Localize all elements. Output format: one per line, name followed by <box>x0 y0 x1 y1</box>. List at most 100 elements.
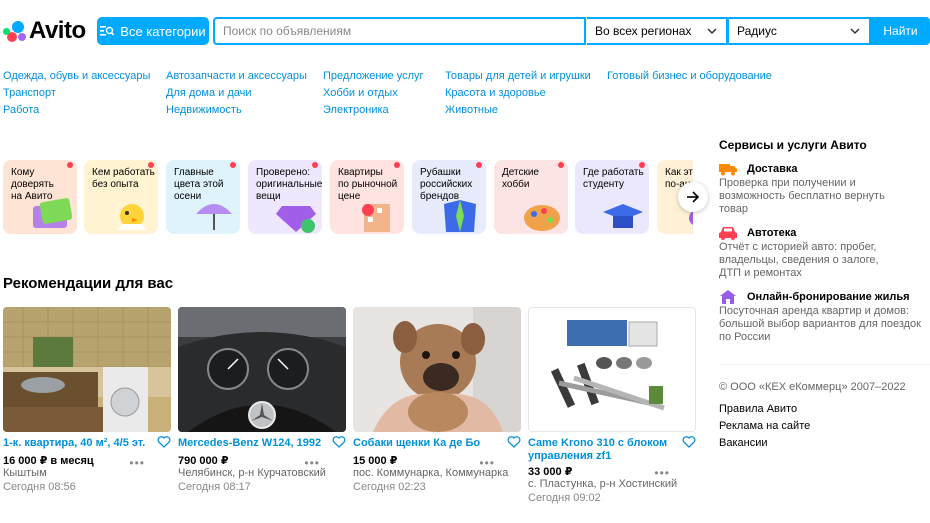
find-button[interactable]: Найти <box>871 17 930 45</box>
category-link[interactable]: Животные <box>445 103 591 120</box>
story-tile[interactable]: Проверено: оригинальные вещи <box>248 160 322 234</box>
category-link[interactable]: Готовый бизнес и оборудование <box>607 69 772 86</box>
story-text: по рыночной <box>338 179 398 190</box>
story-tile[interactable]: Главные цвета этой осени <box>166 160 240 234</box>
all-categories-button[interactable]: Все категории <box>97 17 209 45</box>
stories-carousel: Кому доверять на Авито Кем работать без опыт… <box>3 160 693 234</box>
more-options-icon[interactable]: ••• <box>129 456 145 470</box>
service-name[interactable]: Онлайн-бронирование жилья <box>719 290 930 304</box>
new-dot-icon <box>312 162 318 168</box>
listing-date: Сегодня 08:56 <box>3 481 76 493</box>
category-link[interactable]: Электроника <box>323 103 424 120</box>
story-tile[interactable]: Где работать студенту <box>575 160 649 234</box>
listing-date: Сегодня 08:17 <box>178 481 251 493</box>
sidebar-divider <box>719 364 930 365</box>
radius-value: Радиус <box>737 24 777 38</box>
favorite-heart-icon[interactable] <box>507 435 521 449</box>
listing-location: Челябинск, р-н Курчатовский <box>178 467 326 479</box>
service-booking[interactable]: Онлайн-бронирование жилья Посуточная аре… <box>719 290 930 344</box>
story-illustration-icon <box>196 204 232 230</box>
category-column: Готовый бизнес и оборудование <box>607 69 772 86</box>
avito-logo[interactable]: Avito <box>3 17 86 45</box>
service-delivery[interactable]: Доставка Проверка при получении и возмож… <box>719 162 930 216</box>
story-illustration-icon <box>118 204 146 230</box>
listing-title[interactable]: Came Krono 310 с блоком управления zf1 <box>528 437 678 463</box>
story-tile[interactable]: Детские хобби <box>494 160 568 234</box>
story-text: цвета этой <box>174 179 224 190</box>
header: Avito Все категории Поиск по объявлениям… <box>0 14 930 48</box>
footer-link[interactable]: Правила Авито <box>719 403 810 420</box>
copyright: © ООО «КЕХ еКоммерц» 2007–2022 <box>719 381 906 393</box>
story-text: Квартиры <box>338 167 383 178</box>
carousel-next-button[interactable] <box>678 182 708 212</box>
category-link[interactable]: Недвижимость <box>166 103 307 120</box>
favorite-heart-icon[interactable] <box>157 435 171 449</box>
category-link[interactable]: Товары для детей и игрушки <box>445 69 591 86</box>
listing-price: 33 000 ₽ <box>528 466 573 478</box>
listing-photo-car[interactable] <box>178 307 346 432</box>
category-column: Одежда, обувь и аксессуары Транспорт Раб… <box>3 69 150 120</box>
footer-link[interactable]: Реклама на сайте <box>719 420 810 437</box>
listing-location: Кыштым <box>3 467 47 479</box>
listing-title[interactable]: Mercedes-Benz W124, 1992 <box>178 437 328 450</box>
recommendations-title: Рекомендации для вас <box>3 275 174 292</box>
listing-card[interactable]: Came Krono 310 с блоком управления zf1 3… <box>528 307 696 504</box>
search-input[interactable]: Поиск по объявлениям <box>213 17 586 45</box>
story-tile[interactable]: Рубашки российских брендов <box>412 160 486 234</box>
story-text: Рубашки <box>420 167 461 178</box>
service-autoteka[interactable]: Автотека Отчёт с историей авто: пробег, … <box>719 226 930 280</box>
logo-dots-icon <box>3 19 27 43</box>
category-link[interactable]: Красота и здоровье <box>445 86 591 103</box>
listing-photo-apartment[interactable] <box>3 307 171 432</box>
category-link[interactable]: Хобби и отдых <box>323 86 424 103</box>
story-text: Детские <box>502 167 539 178</box>
listing-location: пос. Коммунарка, Коммунарка <box>353 467 509 479</box>
service-description: Отчёт с историей авто: пробег, владельцы… <box>719 241 879 279</box>
story-text: оригинальные <box>256 179 322 190</box>
new-dot-icon <box>67 162 73 168</box>
category-link[interactable]: Автозапчасти и аксессуары <box>166 69 307 86</box>
chevron-down-icon <box>850 28 860 35</box>
favorite-heart-icon[interactable] <box>682 435 696 449</box>
listing-photo-puppy[interactable] <box>353 307 521 432</box>
region-select[interactable]: Во всех регионах <box>587 17 728 45</box>
listing-title[interactable]: 1-к. квартира, 40 м², 4/5 эт. <box>3 437 153 450</box>
story-text: Главные <box>174 167 214 178</box>
chevron-down-icon <box>707 28 717 35</box>
house-icon <box>720 290 736 304</box>
footer-link[interactable]: Вакансии <box>719 437 810 454</box>
category-link[interactable]: Одежда, обувь и аксессуары <box>3 69 150 86</box>
listing-date: Сегодня 09:02 <box>528 492 601 504</box>
service-name[interactable]: Автотека <box>719 226 930 240</box>
new-dot-icon <box>394 162 400 168</box>
listing-title[interactable]: Собаки щенки Ка де Бо <box>353 437 503 450</box>
radius-select[interactable]: Радиус <box>728 17 871 45</box>
category-link[interactable]: Транспорт <box>3 86 150 103</box>
service-name[interactable]: Доставка <box>719 162 930 176</box>
story-text: российских <box>420 179 473 190</box>
listing-card[interactable]: 1-к. квартира, 40 м², 4/5 эт. 16 000 ₽ в… <box>3 307 171 493</box>
listing-card[interactable]: Собаки щенки Ка де Бо 15 000 ₽ ••• пос. … <box>353 307 521 493</box>
story-illustration-icon <box>444 200 476 232</box>
service-description: Проверка при получении и возможность бес… <box>719 177 885 215</box>
category-link[interactable]: Предложение услуг <box>323 69 424 86</box>
category-link[interactable]: Работа <box>3 103 150 120</box>
listing-price: 790 000 ₽ <box>178 455 229 467</box>
region-value: Во всех регионах <box>595 24 692 38</box>
listing-photo-gate-kit[interactable] <box>528 307 696 432</box>
story-illustration-icon <box>276 206 316 233</box>
sidebar-title: Сервисы и услуги Авито <box>719 138 867 152</box>
story-tile[interactable]: Кому доверять на Авито <box>3 160 77 234</box>
arrow-right-icon <box>687 191 700 203</box>
category-link[interactable]: Для дома и дачи <box>166 86 307 103</box>
footer-links: Правила Авито Реклама на сайте Вакансии <box>719 403 810 454</box>
story-tile[interactable]: Квартиры по рыночной цене <box>330 160 404 234</box>
story-illustration-icon <box>362 204 390 232</box>
listing-card[interactable]: Mercedes-Benz W124, 1992 790 000 ₽ ••• Ч… <box>178 307 346 493</box>
listing-date: Сегодня 02:23 <box>353 481 426 493</box>
new-dot-icon <box>230 162 236 168</box>
favorite-heart-icon[interactable] <box>332 435 346 449</box>
story-illustration-icon <box>33 198 73 228</box>
service-description: Посуточная аренда квартир и домов: больш… <box>719 305 921 343</box>
story-tile[interactable]: Кем работать без опыта <box>84 160 158 234</box>
